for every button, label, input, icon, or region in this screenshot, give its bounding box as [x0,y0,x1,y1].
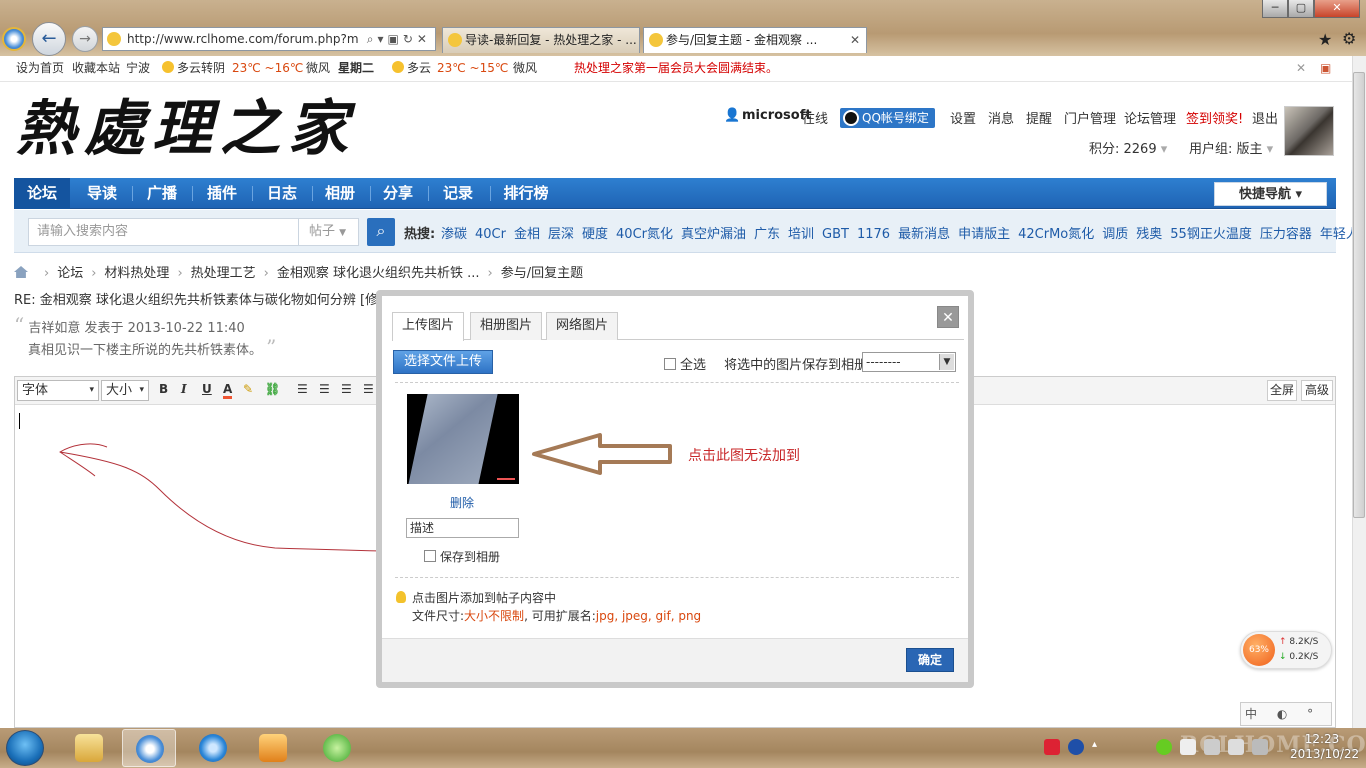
uploaded-image-thumbnail[interactable] [407,394,519,484]
network-speed-widget[interactable]: 63% ↑ 8.2K/S ↓ 0.2K/S [1240,631,1332,669]
folder-icon [75,734,103,762]
network-tray-icon[interactable] [1180,739,1196,755]
image-upload-dialog: 上传图片 相册图片 网络图片 ✕ 选择文件上传 全选 将选中的图片保存到相册: … [376,290,974,688]
sogou-tray-icon[interactable] [1044,739,1060,755]
media-player-icon [259,734,287,762]
volume-tray-icon[interactable] [1252,739,1268,755]
album-select[interactable]: -------- ▼ [862,352,956,372]
select-all-label: 全选 [680,358,707,373]
confirm-button[interactable]: 确定 [906,648,954,672]
plus-tray-icon[interactable] [1156,739,1172,755]
save-to-album-label: 将选中的图片保存到相册: [724,358,872,373]
taskbar-media[interactable] [246,729,300,767]
tray-expand-icon[interactable]: ▴ [1092,739,1108,755]
clock-time: 12:23 [1304,732,1340,746]
flag-tray-icon[interactable] [1204,739,1220,755]
dialog-tabs: 上传图片 相册图片 网络图片 [392,308,964,341]
display-tray-icon[interactable] [1228,739,1244,755]
upload-speed: ↑ 8.2K/S [1279,637,1319,647]
dialog-footer: 确定 [382,638,968,682]
upload-hint: 点击图片添加到帖子内容中 文件尺寸:大小不限制, 可用扩展名:jpg, jpeg… [396,589,701,625]
ie-icon [199,734,227,762]
close-icon: ✕ [942,310,954,326]
download-speed: ↓ 0.2K/S [1279,652,1319,662]
ime-toolbar[interactable]: 中 ◐ ° ⋮ [1240,702,1332,743]
ie-icon [136,735,164,763]
scrollbar-thumb[interactable] [1353,72,1365,518]
save-to-album-checkbox[interactable] [424,550,436,562]
taskbar: RCLHOME.COM ▴ 12:23 2013/10/22 [0,728,1366,768]
taskbar-sync[interactable] [310,729,364,767]
select-all: 全选 将选中的图片保存到相册: [664,354,872,373]
lightbulb-icon [396,591,406,603]
help-tray-icon[interactable] [1068,739,1084,755]
taskbar-ie[interactable] [186,729,240,767]
clock-date: 2013/10/22 [1290,747,1360,761]
image-description-input[interactable]: 描述 [406,518,519,538]
speed-percent: 63% [1243,634,1275,666]
annotation-text: 点击此图无法加到 [688,448,800,464]
start-button[interactable] [6,730,44,766]
tab-upload-image[interactable]: 上传图片 [392,312,464,341]
sync-icon [323,734,351,762]
select-all-checkbox[interactable] [664,358,676,370]
annotation-arrow-icon [532,433,672,475]
delete-image-link[interactable]: 删除 [450,494,474,511]
chevron-down-icon: ▼ [939,354,954,370]
taskbar-ie-active[interactable] [122,729,176,767]
taskbar-explorer[interactable] [62,729,116,767]
choose-file-button[interactable]: 选择文件上传 [393,350,493,374]
tab-web-image[interactable]: 网络图片 [546,312,618,340]
system-clock[interactable]: 12:23 2013/10/22 [1290,732,1360,762]
tab-album-image[interactable]: 相册图片 [470,312,542,340]
save-to-album: 保存到相册 [424,548,500,565]
dialog-close-button[interactable]: ✕ [937,306,959,328]
